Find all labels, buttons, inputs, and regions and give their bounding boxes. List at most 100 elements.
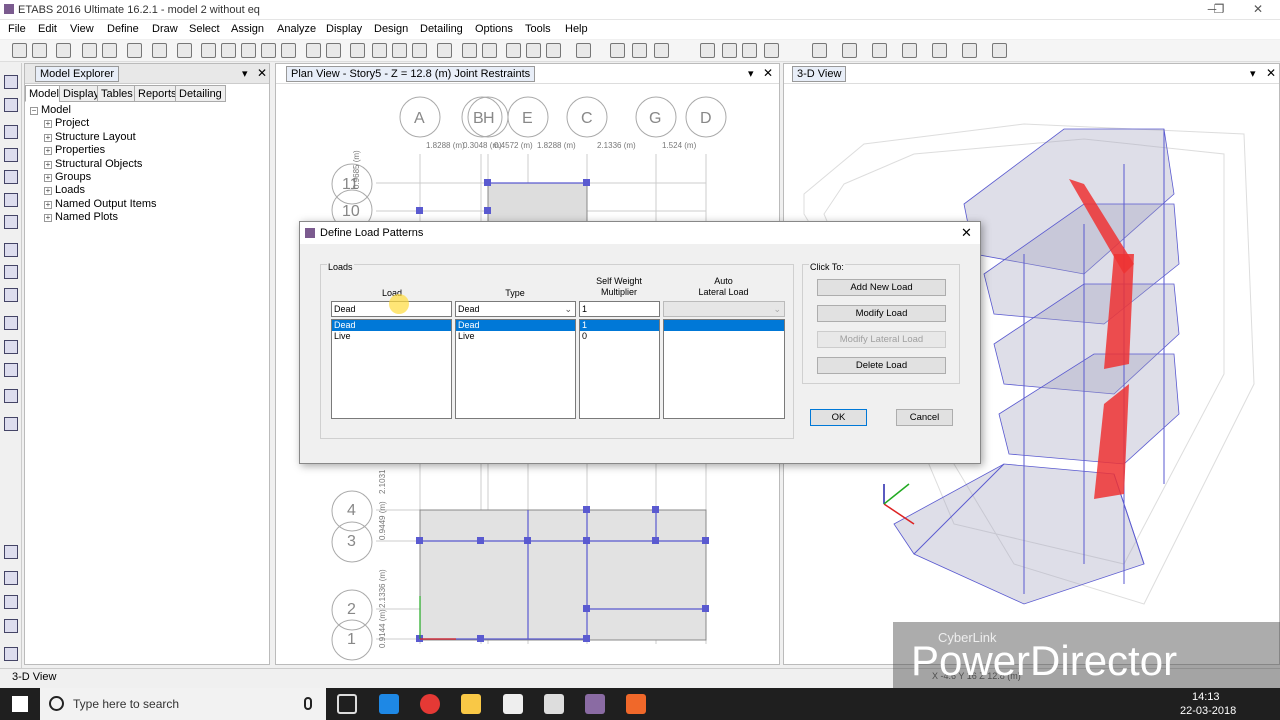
modify-load-button[interactable]: Modify Load [817, 305, 946, 322]
rotate-3d-icon[interactable] [326, 43, 341, 58]
task-view-icon[interactable] [337, 694, 357, 714]
tab-model[interactable]: Model [25, 85, 63, 102]
pointer-icon[interactable] [4, 75, 18, 89]
taskbar-search-box[interactable]: Type here to search [40, 688, 326, 720]
draw-line-icon[interactable] [4, 125, 18, 139]
brace-icon[interactable] [632, 43, 647, 58]
column-icon[interactable] [722, 43, 737, 58]
undo-icon[interactable] [82, 43, 97, 58]
tab-tables[interactable]: Tables [97, 85, 137, 102]
redo-icon[interactable] [102, 43, 117, 58]
self-weight-input[interactable]: 1 [579, 301, 660, 317]
wall-icon[interactable] [654, 43, 669, 58]
tree-item-groups[interactable]: + Groups [30, 171, 157, 184]
move-down-icon[interactable] [482, 43, 497, 58]
plan-view-icon[interactable] [372, 43, 387, 58]
zoom-window-icon[interactable] [201, 43, 216, 58]
powerdirector-taskbar-icon[interactable] [626, 694, 646, 714]
chrome-icon[interactable] [420, 694, 440, 714]
menu-options[interactable]: Options [475, 23, 513, 35]
menu-detailing[interactable]: Detailing [420, 23, 463, 35]
menu-display[interactable]: Display [326, 23, 362, 35]
draw-brace-icon[interactable] [4, 215, 18, 229]
select-all-icon[interactable] [4, 545, 18, 559]
link-icon[interactable] [962, 43, 977, 58]
reshape-icon[interactable] [4, 98, 18, 112]
mail-icon[interactable] [544, 694, 564, 714]
shading-icon[interactable] [546, 43, 561, 58]
load-list[interactable]: Dead Live [331, 319, 452, 419]
draw-grid-icon[interactable] [4, 417, 18, 431]
list-item[interactable]: Live [456, 331, 575, 342]
tree-item-loads[interactable]: + Loads [30, 184, 157, 197]
menu-view[interactable]: View [70, 23, 94, 35]
tab-reports[interactable]: Reports [134, 85, 181, 102]
tab-detailing[interactable]: Detailing [175, 85, 226, 102]
tree-item-structural-objects[interactable]: + Structural Objects [30, 158, 157, 171]
draw-beam-icon[interactable] [4, 170, 18, 184]
refresh-icon[interactable] [127, 43, 142, 58]
open-icon[interactable] [32, 43, 47, 58]
spring-icon[interactable] [992, 43, 1007, 58]
draw-column-icon[interactable] [4, 193, 18, 207]
truss-icon[interactable] [742, 43, 757, 58]
list-item[interactable]: Dead [456, 320, 575, 331]
tree-item-named-plots[interactable]: + Named Plots [30, 211, 157, 224]
menu-define[interactable]: Define [107, 23, 139, 35]
draw-dimension-icon[interactable] [4, 389, 18, 403]
list-item[interactable]: 0 [580, 331, 659, 342]
lateral-load-list[interactable] [663, 319, 785, 419]
list-item[interactable]: 1 [580, 320, 659, 331]
perspective-icon[interactable] [437, 43, 452, 58]
snap-icon[interactable] [4, 619, 18, 633]
etabs-taskbar-icon[interactable] [585, 694, 605, 714]
tree-item-properties[interactable]: + Properties [30, 144, 157, 157]
menu-tools[interactable]: Tools [525, 23, 551, 35]
close-icon[interactable]: ✕ [257, 66, 267, 80]
draw-wall-icon[interactable] [4, 288, 18, 302]
chevron-down-icon[interactable]: ▾ [1250, 67, 1256, 80]
view-3d-icon[interactable] [350, 43, 365, 58]
edge-icon[interactable] [379, 694, 399, 714]
rotate-icon[interactable] [412, 43, 427, 58]
store-icon[interactable] [503, 694, 523, 714]
menu-assign[interactable]: Assign [231, 23, 264, 35]
load-icon[interactable] [932, 43, 947, 58]
zoom-out-icon[interactable] [281, 43, 296, 58]
previous-select-icon[interactable] [4, 571, 18, 585]
zoom-all-icon[interactable] [241, 43, 256, 58]
list-item[interactable] [664, 320, 784, 331]
restore-button[interactable]: ❐ [1211, 2, 1227, 16]
elevation-view-icon[interactable] [392, 43, 407, 58]
microphone-icon[interactable] [304, 697, 312, 710]
file-explorer-icon[interactable] [461, 694, 481, 714]
draw-link-icon[interactable] [4, 340, 18, 354]
draw-slab-icon[interactable] [4, 243, 18, 257]
run-icon[interactable] [177, 43, 192, 58]
tree-item-structure-layout[interactable]: + Structure Layout [30, 131, 157, 144]
ok-button[interactable]: OK [810, 409, 867, 426]
list-item[interactable]: Live [332, 331, 451, 342]
lock-icon[interactable] [152, 43, 167, 58]
menu-design[interactable]: Design [374, 23, 408, 35]
check-icon[interactable] [526, 43, 541, 58]
draw-opening-icon[interactable] [4, 316, 18, 330]
draw-tendon-icon[interactable] [4, 363, 18, 377]
close-button[interactable]: ✕ [1250, 2, 1266, 16]
draw-rect-icon[interactable] [4, 265, 18, 279]
tree-item-project[interactable]: + Project [30, 117, 157, 130]
opening-icon[interactable] [764, 43, 779, 58]
list-item[interactable]: Dead [332, 320, 451, 331]
menu-draw[interactable]: Draw [152, 23, 178, 35]
chevron-down-icon[interactable]: ▾ [242, 67, 248, 80]
delete-load-button[interactable]: Delete Load [817, 357, 946, 374]
type-list[interactable]: Dead Live [455, 319, 576, 419]
chevron-down-icon[interactable]: ▾ [748, 67, 754, 80]
windows-start-icon[interactable] [12, 696, 28, 712]
zoom-in-icon[interactable] [261, 43, 276, 58]
frame-icon[interactable] [610, 43, 625, 58]
menu-analyze[interactable]: Analyze [277, 23, 316, 35]
section-i-icon[interactable] [812, 43, 827, 58]
menu-select[interactable]: Select [189, 23, 220, 35]
close-icon[interactable]: ✕ [763, 66, 773, 80]
